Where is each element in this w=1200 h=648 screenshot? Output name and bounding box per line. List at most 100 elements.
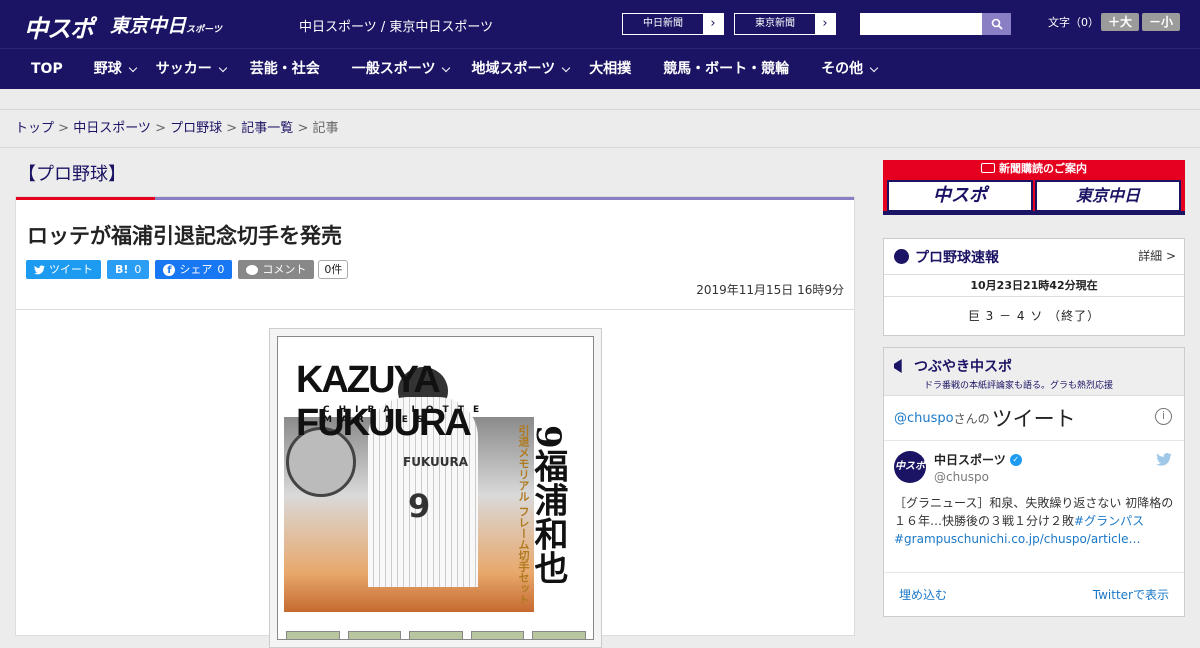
- article-divider: [16, 309, 854, 310]
- nav-item-general-sports[interactable]: 一般スポーツ: [351, 49, 451, 90]
- facebook-share-button[interactable]: f シェア 0: [155, 260, 233, 279]
- nav-label: 大相撲: [589, 61, 632, 77]
- tweet-account-name[interactable]: 中日スポーツ: [934, 451, 1006, 468]
- breadcrumb-separator: >: [222, 121, 242, 136]
- twitter-bird-icon: [34, 264, 45, 274]
- chevron-down-icon: [561, 63, 571, 72]
- tweet-link[interactable]: #grampuschunichi.co.jp/chuspo/article…: [894, 532, 1140, 546]
- search-box: [860, 13, 1011, 35]
- stamp: [470, 631, 525, 639]
- breadcrumb-chunichi-sports[interactable]: 中日スポーツ: [73, 121, 151, 136]
- chevron-down-icon: [442, 63, 451, 72]
- uniform-number: 9: [408, 487, 431, 525]
- subscribe-tokyo-chunichi[interactable]: 東京中日: [1035, 180, 1181, 212]
- nav-label: その他: [821, 61, 864, 77]
- nav-item-entertainment[interactable]: 芸能・社会: [250, 49, 320, 90]
- nav-label: 一般スポーツ: [351, 61, 436, 77]
- nav-item-other[interactable]: その他: [821, 49, 879, 90]
- font-larger-button[interactable]: ＋大: [1101, 13, 1139, 31]
- nav-label: TOP: [31, 61, 63, 77]
- breadcrumb-article-list[interactable]: 記事一覧: [241, 121, 293, 136]
- social-buttons: ツイート B! 0 f シェア 0 コメント 0件: [26, 260, 854, 279]
- photo-team-name: CHIBA LOTTE MARINES: [323, 405, 489, 425]
- article-title: ロッテが福浦引退記念切手を発売: [27, 224, 342, 248]
- font-smaller-button[interactable]: －小: [1142, 13, 1180, 31]
- chunichi-shimbun-button[interactable]: 中日新聞 ›: [622, 13, 724, 35]
- search-input[interactable]: [860, 13, 982, 35]
- stamp: [532, 631, 586, 639]
- tweet-label: ツイート: [49, 263, 93, 276]
- tweet-box-subtitle: ドラ番戦の本紙評論家も語る。グラも熱烈応援: [924, 381, 1114, 391]
- site-name[interactable]: 中日スポーツ / 東京中日スポーツ: [299, 16, 493, 35]
- subscription-title-text: 新聞購読のご案内: [999, 162, 1087, 175]
- stamp-strip: [286, 631, 586, 639]
- main-column: 【プロ野球】 ロッテが福浦引退記念切手を発売 ツイート B! 0 f シェア 0…: [15, 150, 855, 648]
- avatar[interactable]: 中スポ: [894, 451, 926, 483]
- top-line-purple: [155, 197, 854, 200]
- top-header: 中スポ 東京中日スポーツ 中日スポーツ / 東京中日スポーツ 中日新聞 › 東京…: [0, 0, 1200, 48]
- facebook-icon: f: [163, 263, 176, 276]
- breadcrumb-pro-baseball[interactable]: プロ野球: [170, 121, 222, 136]
- tweet-button[interactable]: ツイート: [26, 260, 101, 279]
- score-detail-link[interactable]: 詳細 >: [1138, 247, 1176, 264]
- comment-label: コメント: [262, 263, 307, 276]
- info-icon[interactable]: i: [1155, 408, 1172, 425]
- nav-label: 野球: [93, 61, 122, 77]
- tweet-item[interactable]: 中スポ 中日スポーツ ✓ @chuspo ［グラニュース］和泉、失敗繰り返さない …: [884, 441, 1184, 558]
- article-card: ロッテが福浦引退記念切手を発売 ツイート B! 0 f シェア 0 コメント 0…: [15, 196, 855, 648]
- nav-label: サッカー: [155, 61, 212, 77]
- score-datetime: 10月23日21時42分現在: [884, 275, 1184, 297]
- main-nav: TOP 野球 サッカー 芸能・社会 一般スポーツ 地域スポーツ 大相撲 競馬・ボ…: [0, 48, 1200, 89]
- tweet-box-title-row: つぶやき中スポ: [894, 356, 1184, 376]
- breadcrumb-top[interactable]: トップ: [15, 121, 54, 136]
- verified-badge-icon: ✓: [1009, 453, 1022, 466]
- share-label: シェア: [179, 263, 213, 276]
- subscribe-chuspo[interactable]: 中スポ: [887, 180, 1033, 212]
- hatena-label: B!: [115, 263, 129, 276]
- nav-item-baseball[interactable]: 野球: [93, 49, 137, 90]
- tokyo-logo-small: スポーツ: [186, 25, 222, 35]
- article-photo[interactable]: 9 KAZUYA FUKUURA CHIBA LOTTE MARINES FUK…: [269, 328, 602, 648]
- nav-item-top[interactable]: TOP: [31, 49, 63, 90]
- chevron-right-icon: ›: [815, 14, 835, 34]
- chuspo-logo[interactable]: 中スポ: [24, 9, 94, 44]
- chevron-right-icon: ›: [703, 14, 723, 34]
- hatena-count: 0: [134, 263, 142, 276]
- share-count: 0: [217, 263, 225, 276]
- nav-item-sumo[interactable]: 大相撲: [589, 49, 631, 90]
- tweet-hashtag[interactable]: #グランパス: [1074, 514, 1144, 528]
- tweet-box-title: つぶやき中スポ: [914, 359, 1012, 375]
- tweet-box-footer: 埋め込む Twitterで表示: [884, 572, 1184, 616]
- hatena-bookmark-button[interactable]: B! 0: [107, 260, 150, 279]
- tokyo-shimbun-button[interactable]: 東京新聞 ›: [734, 13, 836, 35]
- breadcrumb-separator: >: [293, 121, 313, 136]
- uniform-name: FUKUURA: [403, 455, 469, 469]
- article-top-line: [16, 197, 854, 200]
- nav-label: 地域スポーツ: [471, 61, 556, 77]
- search-button[interactable]: [982, 13, 1011, 35]
- chevron-down-icon: [218, 63, 227, 72]
- nav-item-soccer[interactable]: サッカー: [155, 49, 227, 90]
- embed-link[interactable]: 埋め込む: [899, 586, 947, 603]
- nav-item-racing[interactable]: 競馬・ボート・競輪: [663, 49, 789, 90]
- tweet-account-handle[interactable]: @chuspo: [934, 470, 1174, 484]
- stamp-set-image: 9 KAZUYA FUKUURA CHIBA LOTTE MARINES FUK…: [277, 336, 594, 640]
- comment-button[interactable]: コメント: [238, 260, 315, 279]
- view-on-twitter-link[interactable]: Twitterで表示: [1093, 586, 1169, 603]
- score-box: プロ野球速報 詳細 > 10月23日21時42分現在 巨 3 － 4 ソ （終了…: [883, 238, 1185, 336]
- nav-item-local-sports[interactable]: 地域スポーツ: [471, 49, 571, 90]
- chevron-down-icon: [128, 63, 137, 72]
- baseball-icon: [894, 249, 909, 264]
- photo-kanji-name: 9福浦和也: [528, 425, 568, 585]
- breadcrumb-separator: >: [150, 121, 171, 136]
- score-result[interactable]: 巨 3 － 4 ソ （終了）: [884, 297, 1184, 335]
- tokyo-logo-text: 東京中日: [110, 15, 187, 37]
- twitter-bird-icon[interactable]: [1156, 453, 1172, 470]
- nav-label: 競馬・ボート・競輪: [663, 61, 790, 77]
- timeline-tweets-label: ツイート: [991, 407, 1076, 431]
- category-heading: 【プロ野球】: [18, 164, 126, 185]
- font-size-label: 文字（0）: [1048, 16, 1099, 29]
- subscription-banner[interactable]: 新聞購読のご案内 中スポ 東京中日: [883, 160, 1185, 215]
- timeline-handle-link[interactable]: @chuspo: [894, 411, 954, 426]
- tokyo-chunichi-logo[interactable]: 東京中日スポーツ: [110, 11, 222, 38]
